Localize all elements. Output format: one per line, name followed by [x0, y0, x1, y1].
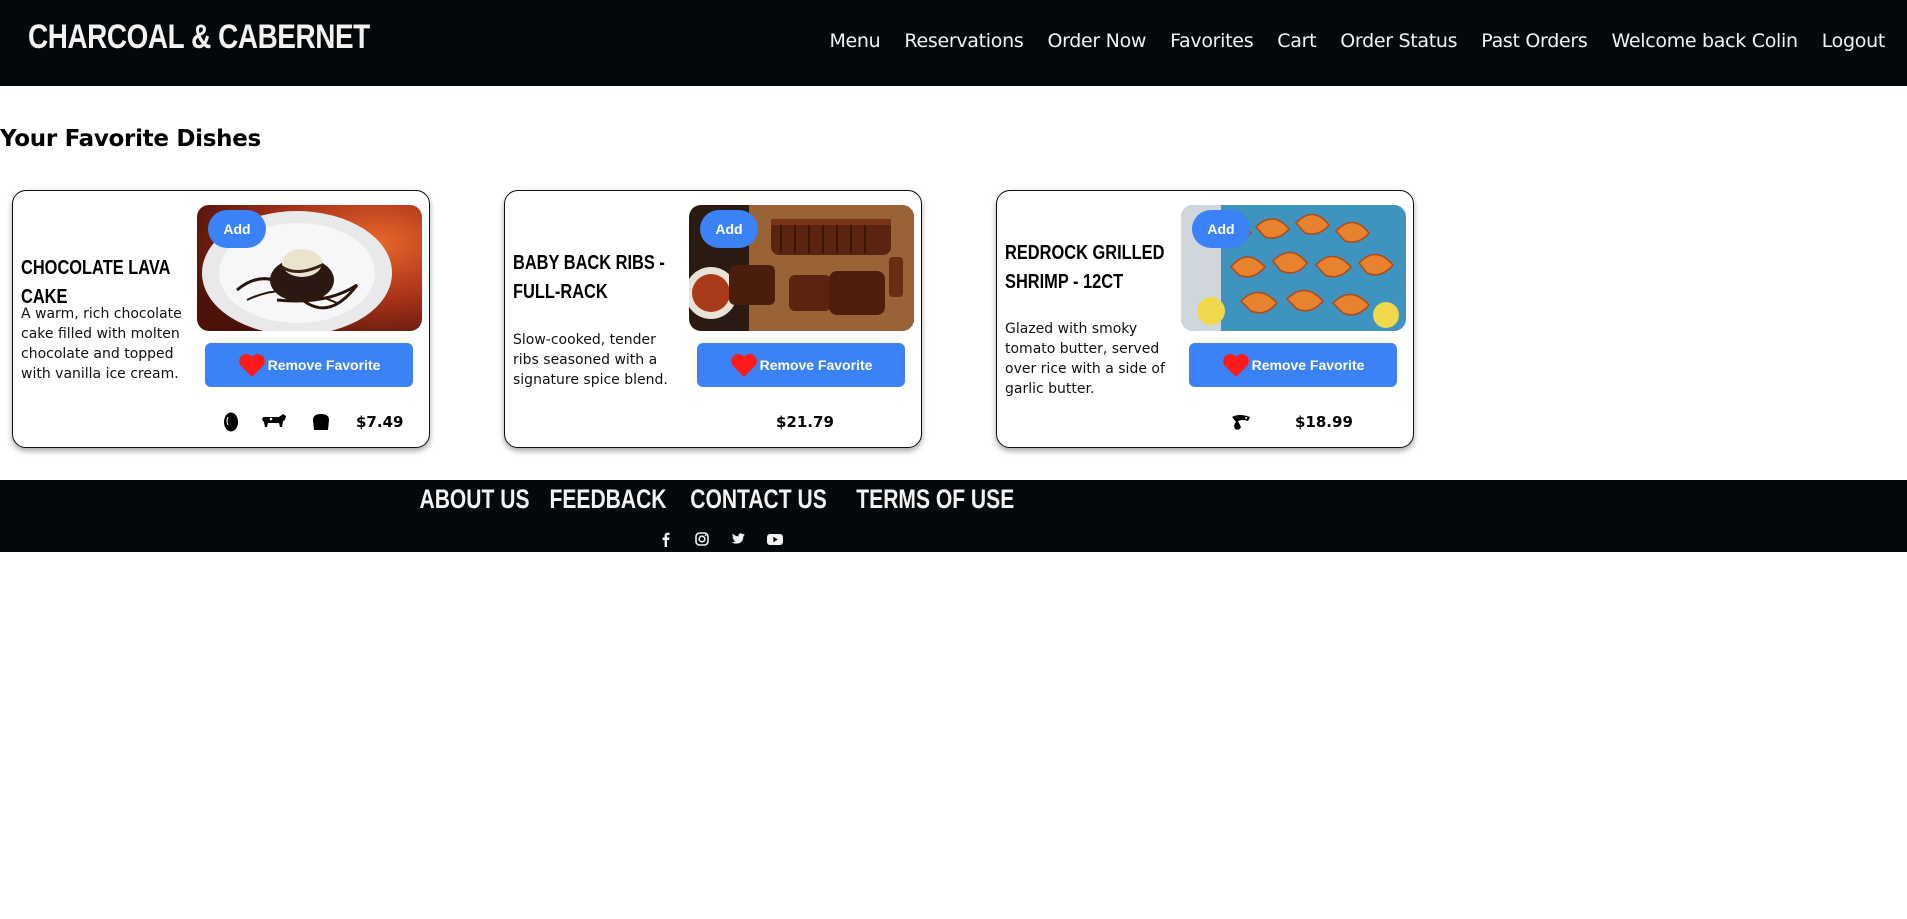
nav-past-orders[interactable]: Past Orders — [1481, 30, 1588, 52]
brand-logo[interactable]: CHARCOAL & CABERNET — [28, 18, 370, 57]
shellfish-icon — [1229, 411, 1253, 433]
nav-order-status[interactable]: Order Status — [1340, 30, 1457, 52]
egg-icon — [219, 411, 243, 433]
favorite-card: Baby Back Ribs - Full-Rack Slow-cooked, … — [504, 190, 922, 448]
remove-favorite-label: Remove Favorite — [759, 357, 873, 373]
remove-favorite-button[interactable]: Remove Favorite — [205, 343, 413, 387]
favorite-card: Redrock Grilled Shrimp - 12ct Glazed wit… — [996, 190, 1414, 448]
favorite-card: Chocolate Lava Cake A warm, rich chocola… — [12, 190, 430, 448]
footer-contact-us[interactable]: CONTACT US — [690, 484, 827, 515]
dish-price: $21.79 — [776, 413, 834, 431]
nav-welcome-user[interactable]: Welcome back Colin — [1612, 30, 1799, 52]
dish-description: Glazed with smoky tomato butter, served … — [1005, 321, 1165, 397]
footer-feedback[interactable]: FEEDBACK — [549, 484, 666, 515]
nav-favorites[interactable]: Favorites — [1170, 30, 1253, 52]
dish-name: Baby Back Ribs - Full-Rack — [513, 252, 665, 303]
main-nav: Menu Reservations Order Now Favorites Ca… — [829, 30, 1885, 52]
dish-price: $7.49 — [356, 413, 404, 431]
dish-name: Redrock Grilled Shrimp - 12ct — [1005, 242, 1165, 293]
remove-favorite-button[interactable]: Remove Favorite — [697, 343, 905, 387]
remove-favorite-label: Remove Favorite — [267, 357, 381, 373]
nav-cart[interactable]: Cart — [1277, 30, 1316, 52]
heart-icon — [730, 352, 758, 378]
nav-order-now[interactable]: Order Now — [1047, 30, 1146, 52]
nav-reservations[interactable]: Reservations — [904, 30, 1023, 52]
dish-description: Slow-cooked, tender ribs seasoned with a… — [513, 332, 668, 388]
remove-favorite-label: Remove Favorite — [1251, 357, 1365, 373]
nav-logout[interactable]: Logout — [1822, 30, 1886, 52]
dish-description: A warm, rich chocolate cake filled with … — [21, 306, 182, 382]
instagram-icon[interactable] — [694, 531, 710, 547]
gluten-bread-icon — [309, 411, 333, 433]
site-footer: ABOUT US FEEDBACK CONTACT US TERMS OF US… — [0, 480, 1907, 552]
dish-price: $18.99 — [1295, 413, 1353, 431]
nav-menu[interactable]: Menu — [829, 30, 880, 52]
footer-about-us[interactable]: ABOUT US — [419, 484, 529, 515]
add-to-cart-button[interactable]: Add — [700, 210, 758, 248]
add-to-cart-button[interactable]: Add — [208, 210, 266, 248]
social-links — [0, 531, 1440, 547]
heart-icon — [238, 352, 266, 378]
twitter-icon[interactable] — [730, 531, 746, 547]
page-title: Your Favorite Dishes — [0, 126, 261, 152]
footer-terms-of-use[interactable]: TERMS OF USE — [856, 484, 1014, 515]
remove-favorite-button[interactable]: Remove Favorite — [1189, 343, 1397, 387]
dairy-cow-icon — [260, 411, 288, 433]
footer-links: ABOUT US FEEDBACK CONTACT US TERMS OF US… — [0, 484, 1440, 515]
heart-icon — [1222, 352, 1250, 378]
site-header: CHARCOAL & CABERNET Menu Reservations Or… — [0, 0, 1907, 86]
youtube-icon[interactable] — [766, 531, 783, 547]
add-to-cart-button[interactable]: Add — [1192, 210, 1250, 248]
facebook-icon[interactable] — [658, 531, 674, 547]
